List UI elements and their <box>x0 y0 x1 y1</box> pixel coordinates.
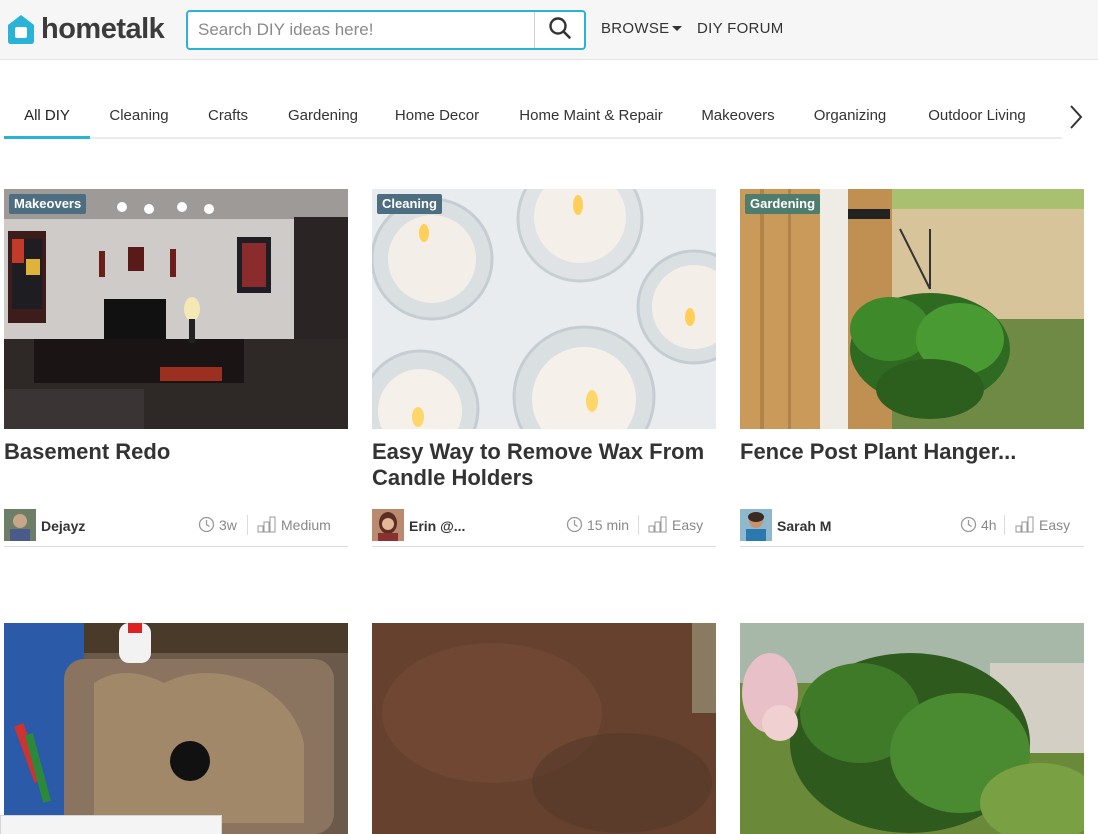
category-badge[interactable]: Cleaning <box>377 194 442 214</box>
time-info: 15 min <box>566 516 629 533</box>
author-name[interactable]: Dejayz <box>41 518 85 534</box>
search-box <box>186 10 586 50</box>
author-name[interactable]: Sarah M <box>777 518 831 534</box>
tab-organizing[interactable]: Organizing <box>810 96 890 139</box>
difficulty-info: Easy <box>1015 516 1070 533</box>
logo-text: hometalk <box>41 13 165 45</box>
tab-outdoor-living[interactable]: Outdoor Living <box>922 96 1032 139</box>
difficulty-value: Easy <box>672 516 704 533</box>
tab-home-maint-repair[interactable]: Home Maint & Repair <box>516 96 666 139</box>
difficulty-bars-icon <box>648 516 667 533</box>
project-title[interactable]: Easy Way to Remove Wax From Candle Holde… <box>372 439 716 495</box>
author-avatar[interactable] <box>372 509 404 541</box>
author-avatar[interactable] <box>4 509 36 541</box>
browse-menu[interactable]: BROWSE <box>601 20 683 37</box>
diy-forum-link[interactable]: DIY FORUM <box>697 20 784 37</box>
tabs-next-button[interactable] <box>1064 100 1088 134</box>
top-header: hometalk BROWSE DIY FORUM <box>0 0 1098 60</box>
category-badge[interactable]: Makeovers <box>9 194 87 214</box>
difficulty-bars-icon <box>257 516 276 533</box>
chevron-right-icon <box>1064 105 1088 138</box>
caret-down-icon <box>672 26 683 31</box>
author-avatar[interactable] <box>740 509 772 541</box>
tab-makeovers[interactable]: Makeovers <box>698 96 778 139</box>
time-value: 4h <box>981 516 997 533</box>
search-button[interactable] <box>534 12 584 48</box>
project-meta: Sarah M 4h Easy <box>740 503 1084 547</box>
category-tabs: All DIY Cleaning Crafts Gardening Home D… <box>4 96 1062 139</box>
clock-icon <box>198 516 215 533</box>
project-image[interactable] <box>4 623 348 834</box>
project-title[interactable]: Fence Post Plant Hanger... <box>740 439 1084 495</box>
hometalk-logo[interactable]: hometalk <box>6 12 165 46</box>
horizontal-scrollbar[interactable] <box>0 815 222 834</box>
meta-divider <box>638 515 639 535</box>
category-badge[interactable]: Gardening <box>745 194 821 214</box>
meta-divider <box>247 515 248 535</box>
difficulty-value: Medium <box>281 516 331 533</box>
clock-icon <box>960 516 977 533</box>
project-image[interactable]: Cleaning <box>372 189 716 429</box>
time-info: 4h <box>960 516 997 533</box>
project-image[interactable]: Makeovers <box>4 189 348 429</box>
house-logo-icon <box>6 13 36 45</box>
browse-label: BROWSE <box>601 20 670 37</box>
project-title[interactable]: Basement Redo <box>4 439 348 495</box>
difficulty-value: Easy <box>1039 516 1071 533</box>
search-icon <box>548 16 572 45</box>
author-name[interactable]: Erin @... <box>409 518 465 534</box>
time-value: 3w <box>219 516 237 533</box>
time-value: 15 min <box>587 516 630 533</box>
project-card: Cleaning Easy Way to Remove Wax From Can… <box>372 189 716 547</box>
search-input[interactable] <box>188 12 534 48</box>
tab-home-decor[interactable]: Home Decor <box>392 96 482 139</box>
difficulty-info: Medium <box>257 516 331 533</box>
project-image[interactable] <box>740 623 1084 834</box>
tab-gardening[interactable]: Gardening <box>283 96 363 139</box>
difficulty-bars-icon <box>1015 516 1034 533</box>
difficulty-info: Easy <box>648 516 703 533</box>
project-image[interactable]: Gardening <box>740 189 1084 429</box>
project-card: Makeovers Basement Redo Dejayz 3w Medium <box>4 189 348 547</box>
tab-crafts[interactable]: Crafts <box>202 96 254 139</box>
tab-all-diy[interactable]: All DIY <box>4 96 90 139</box>
project-meta: Dejayz 3w Medium <box>4 503 348 547</box>
meta-divider <box>1004 515 1005 535</box>
clock-icon <box>566 516 583 533</box>
project-meta: Erin @... 15 min Easy <box>372 503 716 547</box>
project-card: Gardening Fence Post Plant Hanger... Sar… <box>740 189 1084 547</box>
time-info: 3w <box>198 516 237 533</box>
project-image[interactable] <box>372 623 716 834</box>
tab-cleaning[interactable]: Cleaning <box>104 96 174 139</box>
